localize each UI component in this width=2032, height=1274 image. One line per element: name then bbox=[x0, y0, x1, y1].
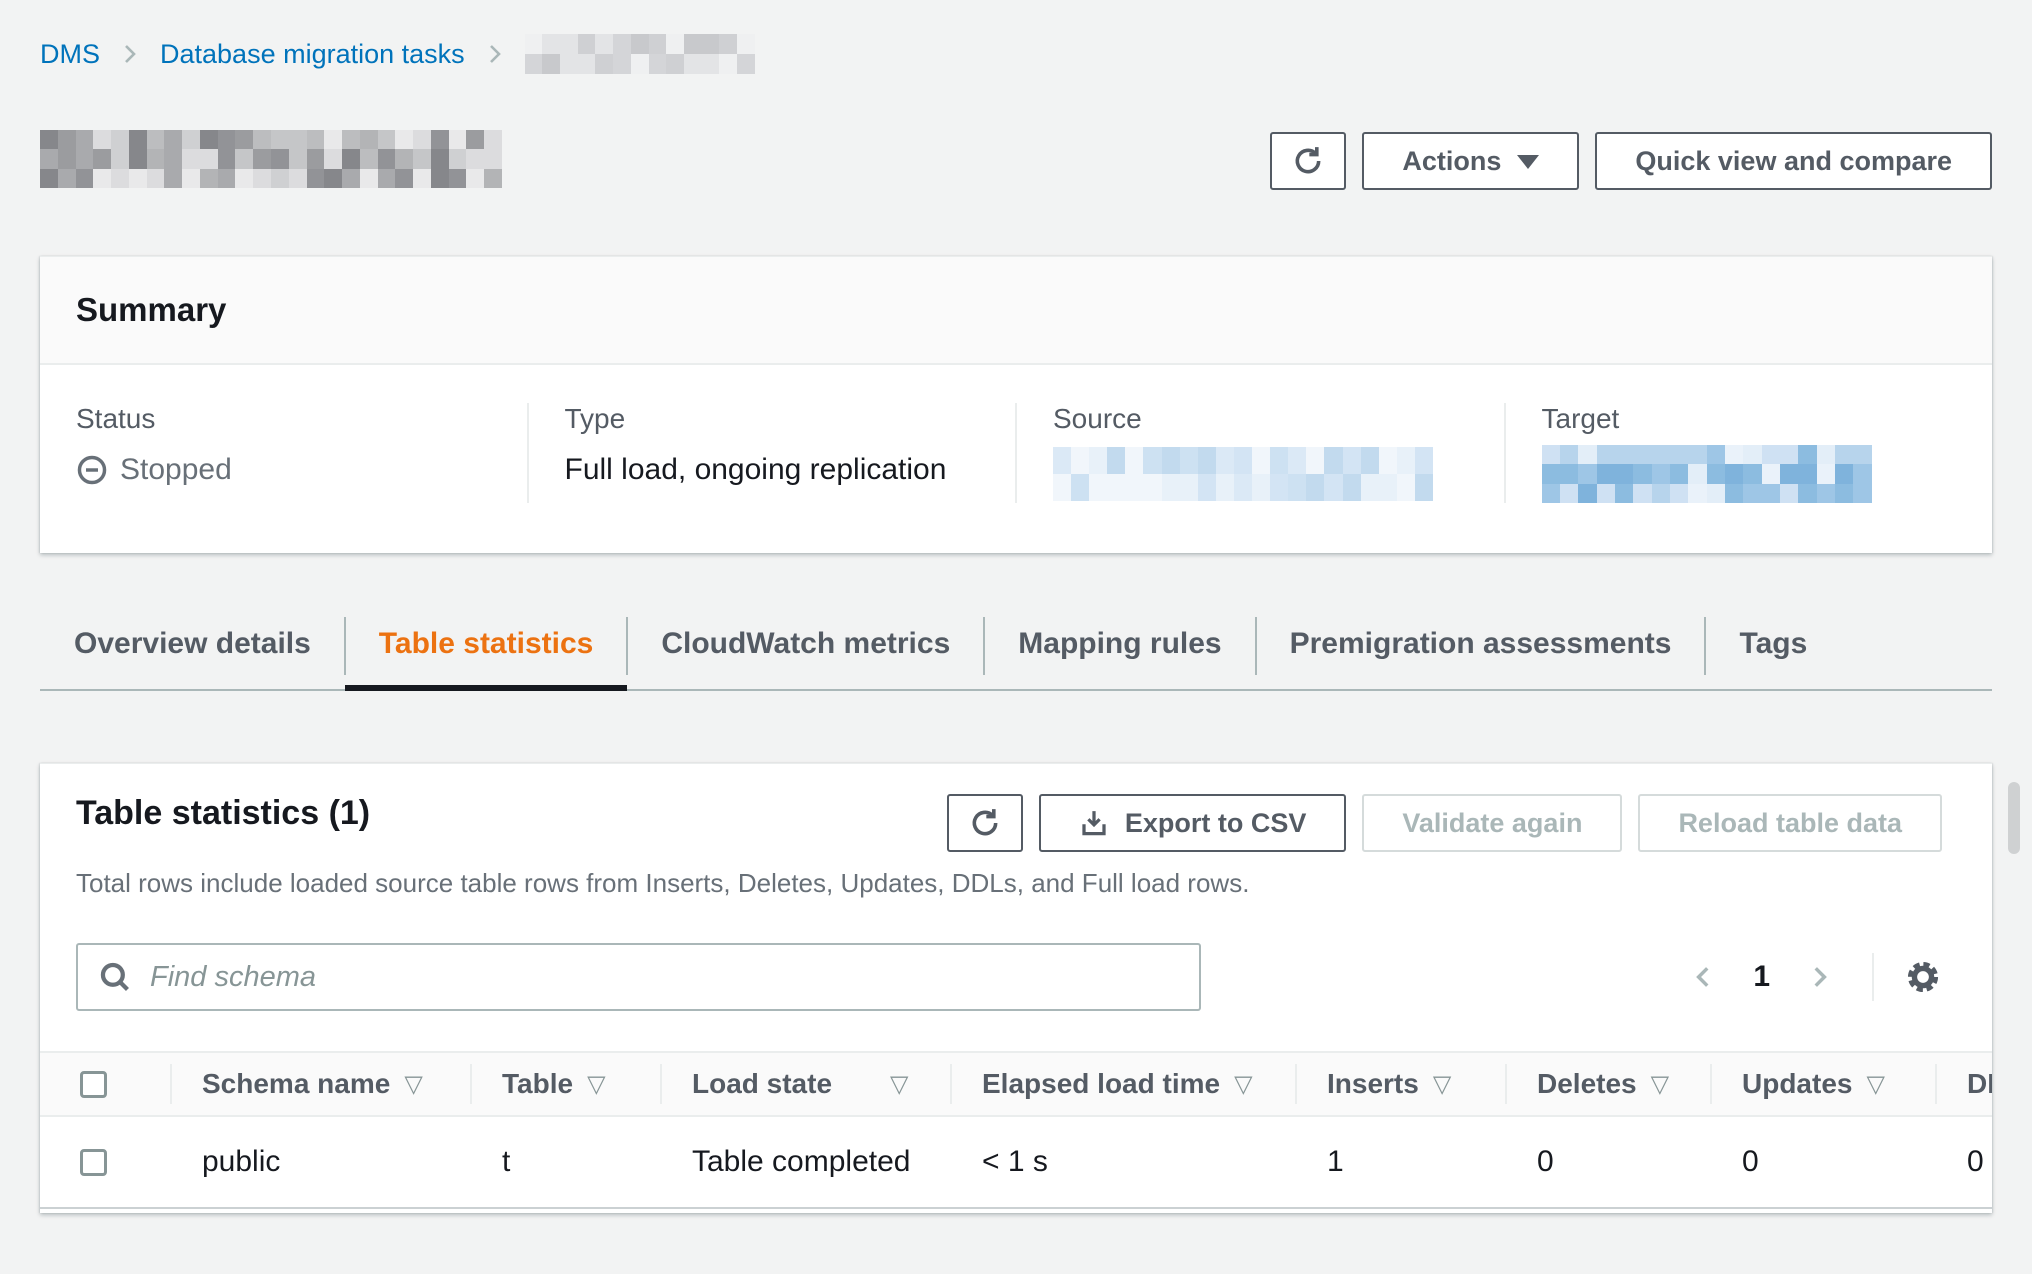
type-label: Type bbox=[565, 403, 980, 435]
refresh-icon bbox=[1292, 145, 1324, 177]
chevron-right-icon bbox=[120, 44, 140, 64]
stopped-status-icon bbox=[76, 454, 108, 486]
breadcrumb-link-migration-tasks[interactable]: Database migration tasks bbox=[160, 39, 465, 70]
cell-ddls: 0 bbox=[1935, 1117, 1992, 1207]
table-header-row: Schema name▽ Table▽ Load state▽ Elapsed … bbox=[40, 1051, 1992, 1117]
summary-card: Summary Status Stopped Type Full load, o… bbox=[40, 256, 1992, 553]
pagination: 1 bbox=[1685, 953, 1942, 1001]
summary-source-column: Source bbox=[1015, 403, 1504, 503]
reload-table-data-label: Reload table data bbox=[1678, 808, 1902, 839]
summary-target-column: Target bbox=[1504, 403, 1993, 503]
sort-icon[interactable]: ▽ bbox=[890, 1070, 908, 1098]
cell-inserts: 1 bbox=[1295, 1117, 1505, 1207]
table-statistics-description: Total rows include loaded source table r… bbox=[40, 852, 1992, 899]
sort-icon[interactable]: ▽ bbox=[404, 1070, 422, 1098]
cell-schema-name: public bbox=[170, 1117, 470, 1207]
export-csv-label: Export to CSV bbox=[1125, 808, 1307, 839]
tab-cloudwatch-metrics[interactable]: CloudWatch metrics bbox=[627, 613, 984, 689]
page-number: 1 bbox=[1753, 960, 1770, 994]
tab-bar: Overview details Table statistics CloudW… bbox=[40, 613, 1992, 691]
table-statistics-card: Table statistics (1) Export to CSV Valid… bbox=[40, 763, 1992, 1213]
summary-type-column: Type Full load, ongoing replication bbox=[527, 403, 1016, 503]
pagination-divider bbox=[1872, 953, 1874, 1001]
chevron-right-icon bbox=[485, 44, 505, 64]
reload-table-data-button[interactable]: Reload table data bbox=[1638, 794, 1942, 852]
sort-icon[interactable]: ▽ bbox=[1651, 1070, 1669, 1098]
column-header-elapsed-load-time[interactable]: Elapsed load time▽ bbox=[950, 1053, 1295, 1115]
source-label: Source bbox=[1053, 403, 1468, 435]
cell-load-state: Table completed bbox=[660, 1117, 950, 1207]
actions-button-label: Actions bbox=[1402, 146, 1501, 177]
tab-tags[interactable]: Tags bbox=[1705, 613, 1841, 689]
target-label: Target bbox=[1542, 403, 1957, 435]
sort-icon[interactable]: ▽ bbox=[587, 1070, 605, 1098]
table-settings-button[interactable] bbox=[1904, 958, 1942, 996]
schema-search bbox=[76, 943, 1201, 1011]
page-header: Actions Quick view and compare bbox=[40, 126, 1992, 190]
breadcrumb-current-redacted bbox=[525, 34, 755, 74]
export-csv-button[interactable]: Export to CSV bbox=[1039, 794, 1347, 852]
table-refresh-button[interactable] bbox=[947, 794, 1023, 852]
column-header-ddls[interactable]: DDLs bbox=[1935, 1053, 1992, 1115]
cell-updates: 0 bbox=[1710, 1117, 1935, 1207]
column-header-schema-name[interactable]: Schema name▽ bbox=[170, 1053, 470, 1115]
page-title-redacted bbox=[40, 130, 502, 188]
download-icon bbox=[1079, 808, 1109, 838]
tab-overview-details[interactable]: Overview details bbox=[40, 613, 345, 689]
cell-deletes: 0 bbox=[1505, 1117, 1710, 1207]
tab-premigration-assessments[interactable]: Premigration assessments bbox=[1256, 613, 1706, 689]
summary-status-column: Status Stopped bbox=[40, 403, 527, 503]
breadcrumb: DMS Database migration tasks bbox=[40, 34, 1992, 74]
cell-table: t bbox=[470, 1117, 660, 1207]
search-icon bbox=[98, 960, 132, 994]
prev-page-button[interactable] bbox=[1685, 964, 1723, 990]
type-value: Full load, ongoing replication bbox=[565, 453, 980, 487]
select-all-checkbox[interactable] bbox=[80, 1071, 107, 1098]
column-header-deletes[interactable]: Deletes▽ bbox=[1505, 1053, 1710, 1115]
actions-button[interactable]: Actions bbox=[1362, 132, 1579, 190]
breadcrumb-link-dms[interactable]: DMS bbox=[40, 39, 100, 70]
search-input[interactable] bbox=[76, 943, 1201, 1011]
sort-icon[interactable]: ▽ bbox=[1433, 1070, 1451, 1098]
column-header-table[interactable]: Table▽ bbox=[470, 1053, 660, 1115]
sort-icon[interactable]: ▽ bbox=[1866, 1070, 1884, 1098]
row-checkbox[interactable] bbox=[80, 1149, 107, 1176]
validate-again-label: Validate again bbox=[1402, 808, 1582, 839]
scrollbar-thumb[interactable] bbox=[2008, 782, 2020, 854]
refresh-icon bbox=[969, 807, 1001, 839]
chevron-left-icon bbox=[1691, 964, 1717, 990]
refresh-button[interactable] bbox=[1270, 132, 1346, 190]
quick-view-compare-button[interactable]: Quick view and compare bbox=[1595, 132, 1992, 190]
summary-card-header: Summary bbox=[40, 257, 1992, 365]
summary-title: Summary bbox=[76, 291, 1956, 329]
column-header-inserts[interactable]: Inserts▽ bbox=[1295, 1053, 1505, 1115]
source-value-redacted[interactable] bbox=[1053, 447, 1433, 501]
target-value-redacted[interactable] bbox=[1542, 445, 1872, 503]
validate-again-button[interactable]: Validate again bbox=[1362, 794, 1622, 852]
table-row: public t Table completed < 1 s 1 0 0 0 bbox=[40, 1117, 1992, 1209]
cell-elapsed-load-time: < 1 s bbox=[950, 1117, 1295, 1207]
status-value: Stopped bbox=[120, 453, 232, 487]
table-statistics-table: Schema name▽ Table▽ Load state▽ Elapsed … bbox=[40, 1051, 1992, 1209]
gear-icon bbox=[1904, 958, 1942, 996]
next-page-button[interactable] bbox=[1800, 964, 1838, 990]
caret-down-icon bbox=[1517, 155, 1539, 169]
column-header-load-state[interactable]: Load state▽ bbox=[660, 1053, 950, 1115]
tab-mapping-rules[interactable]: Mapping rules bbox=[984, 613, 1255, 689]
quick-view-label: Quick view and compare bbox=[1635, 146, 1952, 177]
sort-icon[interactable]: ▽ bbox=[1234, 1070, 1252, 1098]
status-label: Status bbox=[76, 403, 491, 435]
chevron-right-icon bbox=[1806, 964, 1832, 990]
tab-table-statistics[interactable]: Table statistics bbox=[345, 613, 628, 689]
table-statistics-title: Table statistics (1) bbox=[76, 794, 370, 833]
column-header-updates[interactable]: Updates▽ bbox=[1710, 1053, 1935, 1115]
